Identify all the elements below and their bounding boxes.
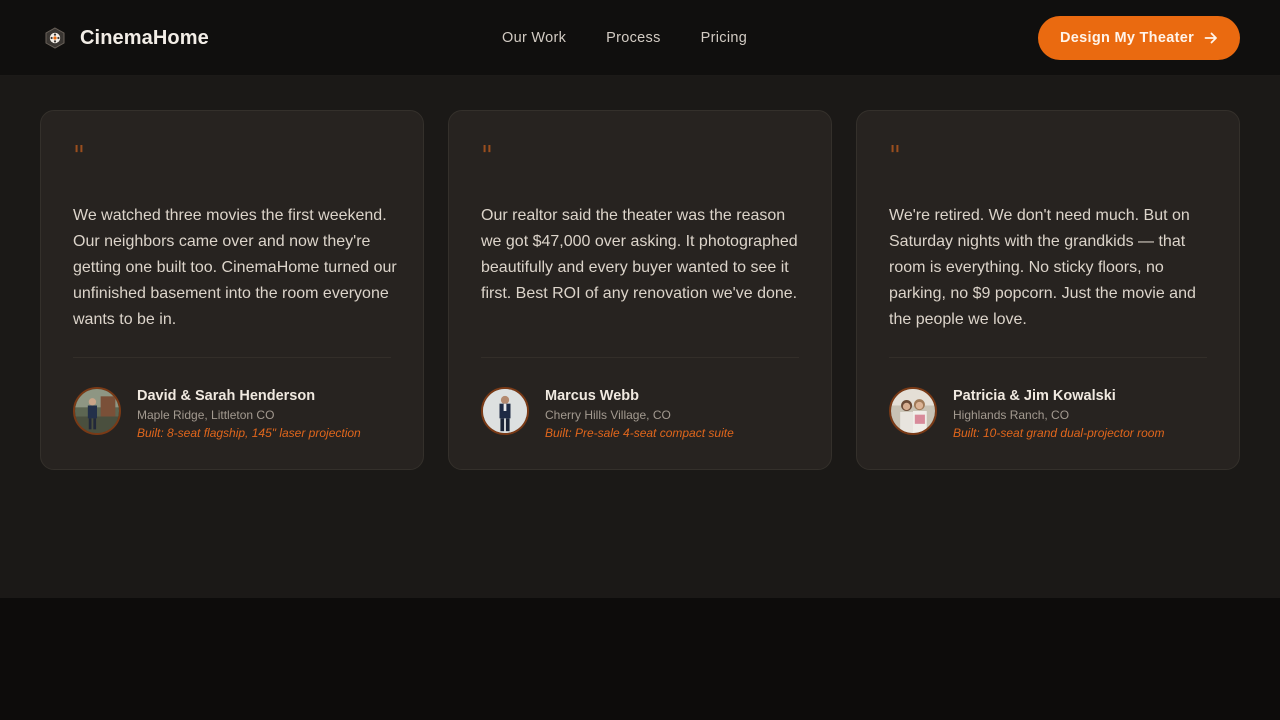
- avatar: [73, 387, 121, 435]
- testimonial-author: David & Sarah Henderson Maple Ridge, Lit…: [73, 387, 361, 441]
- site-header: CinemaHome Our Work Process Pricing Desi…: [0, 0, 1280, 76]
- nav-pricing[interactable]: Pricing: [701, 28, 747, 48]
- avatar: [889, 387, 937, 435]
- film-reel-logo-icon: [45, 27, 65, 49]
- main-nav: Our Work Process Pricing: [502, 28, 747, 48]
- testimonial-author: Patricia & Jim Kowalski Highlands Ranch,…: [889, 387, 1164, 441]
- author-name: Patricia & Jim Kowalski: [953, 388, 1116, 404]
- author-location: Cherry Hills Village, CO: [545, 408, 671, 422]
- testimonial-card: " We're retired. We don't need much. But…: [856, 110, 1240, 470]
- nav-process[interactable]: Process: [606, 28, 660, 48]
- brand[interactable]: CinemaHome: [44, 24, 209, 52]
- testimonial-card: " We watched three movies the first week…: [40, 110, 424, 470]
- divider: [889, 357, 1207, 358]
- quote-mark-icon: ": [481, 141, 493, 171]
- author-name: David & Sarah Henderson: [137, 388, 316, 404]
- testimonial-card: " Our realtor said the theater was the r…: [448, 110, 832, 470]
- author-name: Marcus Webb: [545, 388, 640, 404]
- brand-name: CinemaHome: [80, 26, 209, 49]
- author-build-detail: Built: 10-seat grand dual-projector room: [953, 426, 1165, 440]
- cta-label: Design My Theater: [1059, 30, 1195, 46]
- testimonial-quote: We watched three movies the first weeken…: [73, 207, 397, 328]
- quote-mark-icon: ": [73, 141, 85, 171]
- quote-mark-icon: ": [889, 141, 901, 171]
- divider: [73, 357, 391, 358]
- nav-our-work[interactable]: Our Work: [502, 28, 566, 48]
- author-location: Highlands Ranch, CO: [953, 408, 1070, 422]
- author-build-detail: Built: 8-seat flagship, 145" laser proje…: [137, 426, 361, 440]
- testimonial-quote: Our realtor said the theater was the rea…: [481, 207, 798, 302]
- design-my-theater-button[interactable]: Design My Theater: [1038, 16, 1240, 60]
- arrow-right-icon: [1204, 32, 1217, 44]
- author-build-detail: Built: Pre-sale 4-seat compact suite: [545, 426, 734, 440]
- divider: [481, 357, 799, 358]
- testimonial-quote: We're retired. We don't need much. But o…: [889, 207, 1196, 328]
- testimonial-author: Marcus Webb Cherry Hills Village, CO Bui…: [481, 387, 734, 441]
- testimonials-section: " We watched three movies the first week…: [0, 76, 1280, 598]
- avatar: [481, 387, 529, 435]
- author-location: Maple Ridge, Littleton CO: [137, 408, 275, 422]
